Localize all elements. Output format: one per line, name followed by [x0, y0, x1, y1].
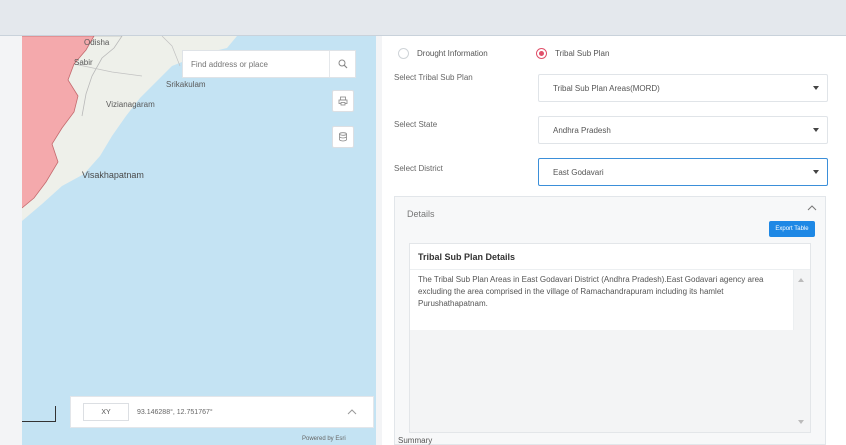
collapse-chevron-icon[interactable] — [807, 205, 817, 211]
map-search-input[interactable] — [183, 51, 323, 77]
label-district: Select District — [394, 164, 443, 173]
select-district-value: East Godavari — [553, 167, 604, 177]
tribal-details-box: Tribal Sub Plan Details The Tribal Sub P… — [409, 243, 811, 433]
select-district[interactable]: East Godavari — [538, 158, 828, 186]
print-icon — [338, 96, 348, 106]
map-search-box — [182, 50, 356, 78]
caret-down-icon — [813, 128, 819, 132]
select-tribal-plan[interactable]: Tribal Sub Plan Areas(MORD) — [538, 74, 828, 102]
summary-label: Summary — [398, 436, 433, 445]
left-gutter — [0, 36, 22, 445]
radio-tribal-label: Tribal Sub Plan — [555, 49, 610, 58]
radio-drought-circle[interactable] — [398, 48, 409, 59]
coordinate-mode-select[interactable]: XY — [83, 403, 129, 421]
layers-button[interactable] — [332, 126, 354, 148]
print-button[interactable] — [332, 90, 354, 112]
label-state: Select State — [394, 120, 438, 129]
tribal-details-title: Tribal Sub Plan Details — [410, 244, 810, 270]
caret-down-icon — [813, 170, 819, 174]
label-tribal-plan: Select Tribal Sub Plan — [394, 73, 473, 82]
details-card: Details Export Table Tribal Sub Plan Det… — [394, 196, 826, 445]
scroll-down-icon[interactable] — [798, 420, 804, 424]
database-icon — [339, 132, 347, 142]
map-label-odisha: Odisha — [84, 38, 110, 47]
map-label-sabi: Sabir — [74, 58, 93, 67]
search-button[interactable] — [329, 51, 355, 77]
radio-drought[interactable]: Drought Information — [398, 48, 488, 59]
radio-tribal[interactable]: Tribal Sub Plan — [536, 48, 609, 59]
radio-tribal-circle[interactable] — [536, 48, 547, 59]
export-table-button[interactable]: Export Table — [769, 221, 815, 237]
caret-down-icon — [813, 86, 819, 90]
map-label-visakhapatnam: Visakhapatnam — [82, 170, 144, 180]
side-panel: Drought Information Tribal Sub Plan Sele… — [382, 36, 846, 445]
select-tribal-plan-value: Tribal Sub Plan Areas(MORD) — [553, 83, 660, 93]
coordinate-value: 93.146288°, 12.751767° — [137, 408, 213, 416]
chevron-up-icon[interactable] — [347, 409, 357, 415]
map-label-srikakulam: Srikakulam — [166, 80, 206, 89]
map-view[interactable]: Odisha Sabir Srikakulam Vizianagaram Vis… — [22, 36, 376, 445]
map-land — [22, 36, 237, 221]
details-title: Details — [407, 209, 435, 219]
top-bar — [0, 0, 846, 37]
search-icon — [338, 59, 347, 69]
select-state-value: Andhra Pradesh — [553, 125, 611, 135]
radio-drought-label: Drought Information — [417, 49, 488, 58]
select-state[interactable]: Andhra Pradesh — [538, 116, 828, 144]
map-label-vizianagaram: Vizianagaram — [106, 100, 155, 109]
scale-bar — [22, 406, 56, 422]
coordinate-bar: XY 93.146288°, 12.751767° — [70, 396, 374, 428]
map-attribution: Powered by Esri — [302, 436, 346, 442]
scroll-up-icon[interactable] — [798, 278, 804, 282]
tribal-details-text: The Tribal Sub Plan Areas in East Godava… — [410, 270, 794, 330]
